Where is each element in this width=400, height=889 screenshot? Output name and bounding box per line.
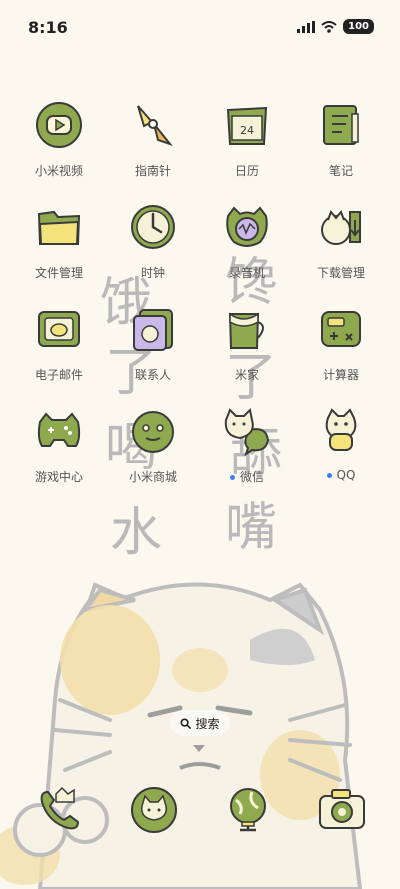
app-label: 日历 — [234, 164, 259, 178]
app-email[interactable]: 电子邮件 — [14, 304, 104, 383]
qq-icon — [325, 408, 357, 451]
calendar-icon: 24 — [226, 106, 268, 145]
app-qq[interactable]: QQ — [296, 406, 386, 482]
signal-icon — [297, 20, 316, 33]
folder-icon — [37, 210, 81, 245]
app-label: 时钟 — [140, 266, 165, 280]
status-time: 8:16 — [28, 18, 68, 37]
dock — [0, 782, 400, 842]
calculator-icon — [321, 311, 361, 347]
app-mijia[interactable]: 米家 — [202, 304, 292, 383]
app-calculator[interactable]: 计算器 — [296, 304, 386, 383]
app-label: 笔记 — [328, 164, 353, 178]
app-label: 游戏中心 — [34, 470, 83, 484]
messages-icon[interactable] — [128, 784, 180, 836]
notes-icon — [323, 105, 359, 145]
wifi-icon — [321, 20, 337, 33]
app-label: 录音机 — [228, 266, 265, 280]
app-label: 计算器 — [322, 368, 359, 382]
video-icon — [36, 102, 82, 148]
recorder-icon — [226, 206, 268, 247]
wall-char: 水 — [110, 503, 162, 563]
compass-icon — [137, 105, 173, 147]
search-icon — [180, 717, 192, 729]
app-game-center[interactable]: 游戏中心 — [14, 406, 104, 485]
new-badge-dot — [229, 475, 235, 480]
app-label: 指南针 — [134, 164, 171, 178]
mijia-icon — [228, 312, 264, 349]
gamepad-icon — [37, 412, 81, 447]
status-bar: 8:16 100 — [0, 0, 400, 56]
app-label: QQ — [296, 468, 386, 482]
app-notes[interactable]: 笔记 — [296, 100, 386, 179]
contacts-icon — [133, 309, 173, 351]
search-button[interactable]: 搜索 — [170, 710, 230, 736]
app-label: 电子邮件 — [34, 368, 83, 382]
app-download-manager[interactable]: 下载管理 — [296, 202, 386, 281]
app-label: 下载管理 — [316, 266, 365, 280]
app-mi-video[interactable]: 小米视频 — [14, 100, 104, 179]
new-badge-dot — [326, 473, 332, 478]
app-label-text: QQ — [336, 468, 356, 482]
app-label: 文件管理 — [34, 266, 83, 280]
mail-icon — [38, 311, 80, 347]
phone-icon[interactable] — [34, 784, 86, 836]
app-label: 小米视频 — [34, 164, 83, 178]
app-file-manager[interactable]: 文件管理 — [14, 202, 104, 281]
app-label-text: 微信 — [239, 470, 264, 484]
battery-indicator: 100 — [343, 19, 374, 34]
status-icons: 100 — [297, 19, 374, 34]
browser-icon[interactable] — [222, 784, 274, 836]
download-icon — [321, 210, 361, 245]
search-label: 搜索 — [195, 716, 220, 731]
app-label: 米家 — [234, 368, 259, 382]
app-mi-store[interactable]: 小米商城 — [108, 406, 198, 485]
camera-icon[interactable] — [316, 784, 368, 836]
wall-char: 嘴 — [225, 498, 277, 558]
app-label: 小米商城 — [128, 470, 177, 484]
clock-icon — [131, 205, 175, 249]
app-compass[interactable]: 指南针 — [108, 100, 198, 179]
app-recorder[interactable]: 录音机 — [202, 202, 292, 281]
app-label: 微信 — [202, 468, 292, 485]
store-icon — [132, 411, 174, 453]
wechat-icon — [224, 407, 270, 456]
app-contacts[interactable]: 联系人 — [108, 304, 198, 383]
app-label: 联系人 — [134, 368, 171, 382]
app-clock[interactable]: 时钟 — [108, 202, 198, 281]
app-calendar[interactable]: 24 日历 — [202, 100, 292, 179]
calendar-date: 24 — [240, 124, 254, 137]
app-wechat[interactable]: 微信 — [202, 406, 292, 485]
